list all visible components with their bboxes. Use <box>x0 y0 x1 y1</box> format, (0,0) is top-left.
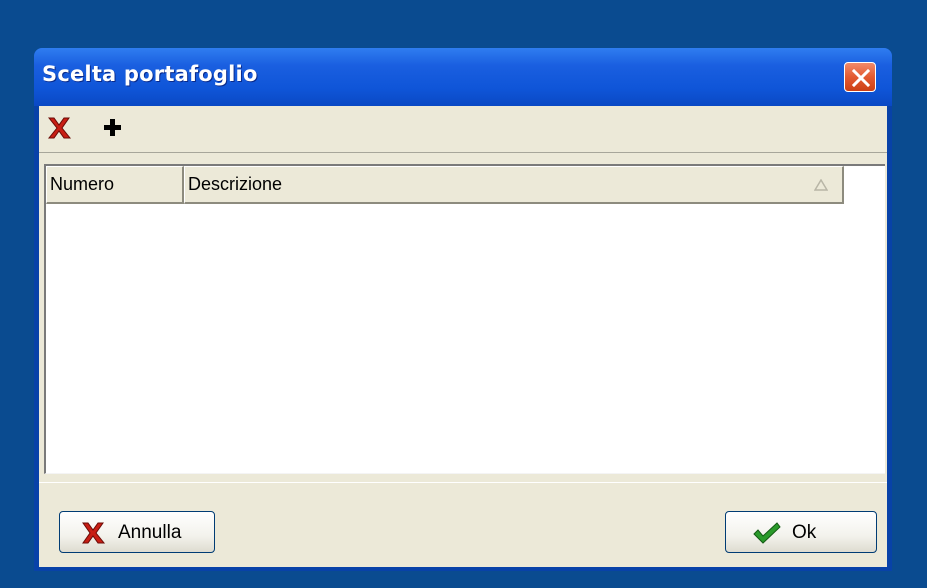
dialog-window: Scelta portafoglio Numero Descrizione An… <box>34 48 892 571</box>
red-x-icon <box>47 117 72 139</box>
title-bar[interactable]: Scelta portafoglio <box>34 48 892 106</box>
green-checkmark-icon <box>753 522 781 544</box>
list-header: Numero Descrizione <box>46 166 844 204</box>
close-button[interactable] <box>844 62 876 92</box>
column-header-numero[interactable]: Numero <box>46 166 184 204</box>
ok-button[interactable]: Ok <box>725 511 877 553</box>
column-header-label: Descrizione <box>188 174 283 194</box>
ok-button-label: Ok <box>792 522 817 543</box>
toolbar <box>39 106 887 153</box>
column-header-label: Numero <box>50 174 115 194</box>
delete-button[interactable] <box>45 114 73 142</box>
add-button[interactable] <box>99 114 127 142</box>
dialog-footer: Annulla Ok <box>39 482 887 567</box>
sort-ascending-icon <box>814 179 828 191</box>
cancel-button-label: Annulla <box>118 522 182 543</box>
dialog-client-area: Numero Descrizione Annulla Ok <box>39 106 887 567</box>
red-x-icon <box>82 522 106 544</box>
plus-icon <box>104 119 121 136</box>
column-header-descrizione[interactable]: Descrizione <box>184 166 844 204</box>
portfolio-list[interactable]: Numero Descrizione <box>44 164 885 474</box>
close-icon <box>852 69 870 87</box>
window-title: Scelta portafoglio <box>42 62 258 86</box>
cancel-button[interactable]: Annulla <box>59 511 215 553</box>
